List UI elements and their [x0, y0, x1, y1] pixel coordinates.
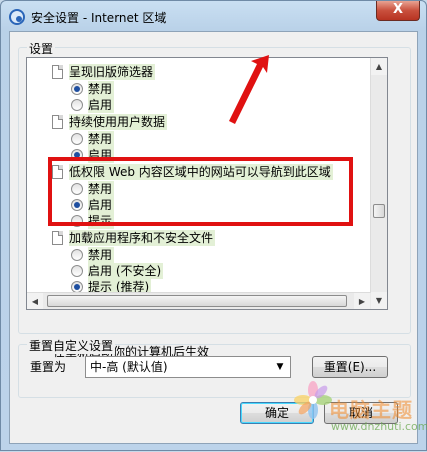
watermark-url: www.dnzhuti.com	[331, 420, 427, 433]
option-label: 启用 (不安全)	[88, 263, 164, 279]
radio-button[interactable]	[71, 265, 83, 277]
vertical-scrollbar[interactable]: ▲ ▼	[370, 58, 387, 309]
option-label: 启用	[88, 97, 115, 113]
reset-group-label: 重置自定义设置	[27, 337, 116, 354]
scroll-up-arrow-icon[interactable]: ▲	[371, 58, 387, 75]
document-icon	[52, 65, 63, 79]
watermark-flower-icon	[294, 381, 332, 419]
highlight-annotation-box	[48, 157, 353, 226]
setting-label: 持续使用用户数据	[69, 114, 168, 130]
option-label: 禁用	[88, 131, 115, 147]
dialog-window: 安全设置 - Internet 区域 X 设置 呈现旧版筛选器 禁用 启用 持续…	[0, 0, 427, 451]
dropdown-value: 中-高 (默认值)	[90, 360, 168, 374]
radio-button[interactable]	[71, 249, 83, 261]
reset-button[interactable]: 重置(E)...	[312, 356, 388, 378]
title-bar[interactable]: 安全设置 - Internet 区域 X	[1, 1, 426, 31]
setting-label: 加载应用程序和不安全文件	[69, 230, 216, 246]
horizontal-scrollbar-thumb[interactable]	[47, 295, 347, 307]
scrollbar-thumb[interactable]	[373, 204, 385, 218]
watermark-text: 电脑主题	[329, 398, 413, 422]
window-title: 安全设置 - Internet 区域	[31, 11, 167, 25]
settings-group-label: 设置	[27, 40, 56, 57]
setting-label: 呈现旧版筛选器	[69, 64, 156, 80]
option-label: 禁用	[88, 81, 115, 97]
scroll-right-arrow-icon[interactable]: ▶	[354, 293, 370, 309]
scroll-down-arrow-icon[interactable]: ▼	[371, 292, 387, 309]
site-watermark: 电脑主题 www.dnzhuti.com	[293, 380, 427, 452]
chevron-down-icon[interactable]: ▼	[272, 358, 288, 376]
radio-button[interactable]	[71, 99, 83, 111]
horizontal-scrollbar[interactable]: ◀ ▶	[27, 292, 371, 309]
security-level-dropdown[interactable]: 中-高 (默认值) ▼	[85, 356, 291, 378]
scroll-left-arrow-icon[interactable]: ◀	[27, 293, 43, 309]
red-arrow-annotation-icon	[229, 55, 269, 124]
close-button[interactable]: X	[376, 1, 420, 21]
document-icon	[52, 115, 63, 129]
radio-button[interactable]	[71, 133, 83, 145]
document-icon	[52, 231, 63, 245]
reset-to-label: 重置为	[30, 360, 67, 374]
option-label: 禁用	[88, 247, 115, 263]
radio-button[interactable]	[71, 83, 83, 95]
internet-options-icon	[9, 9, 25, 25]
